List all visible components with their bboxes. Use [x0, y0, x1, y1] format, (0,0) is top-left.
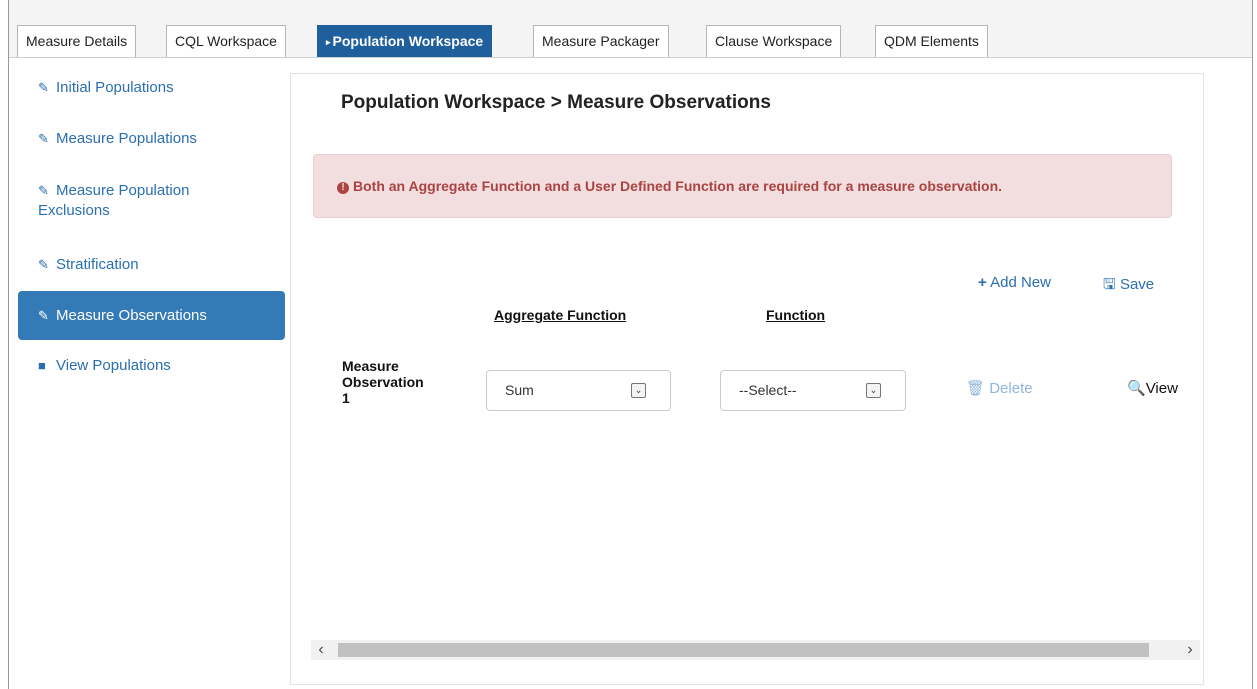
- sidebar-item-measure-observations[interactable]: ✎ Measure Observations: [18, 291, 285, 340]
- measure-observation-label: Measure Observation 1: [342, 358, 424, 406]
- page-title: Population Workspace > Measure Observati…: [341, 92, 771, 113]
- book-icon: ■: [38, 358, 46, 373]
- function-select[interactable]: --Select-- ⌄: [720, 370, 906, 411]
- chevron-down-icon: ⌄: [866, 383, 881, 398]
- pencil-icon: ✎: [38, 80, 49, 95]
- alert-message: Both an Aggregate Function and a User De…: [353, 178, 1003, 194]
- sidebar-item-measure-populations[interactable]: ✎ Measure Populations: [18, 129, 285, 149]
- trash-icon: 🗑: [966, 380, 986, 397]
- view-button[interactable]: 🔍View: [1127, 379, 1178, 397]
- add-new-button[interactable]: + Add New: [978, 274, 1051, 291]
- pencil-icon: ✎: [38, 257, 49, 272]
- scroll-right-icon[interactable]: ›: [1180, 640, 1200, 660]
- chevron-down-icon: ⌄: [631, 383, 646, 398]
- pencil-icon: ✎: [38, 183, 49, 198]
- binoculars-icon: 🔍: [1127, 380, 1146, 397]
- sidebar-item-view-populations[interactable]: ■ View Populations: [18, 356, 285, 376]
- save-icon: 🖫: [1103, 276, 1116, 293]
- scroll-left-icon[interactable]: ‹: [311, 640, 331, 660]
- delete-button[interactable]: 🗑 Delete: [966, 379, 1033, 397]
- main-panel: Population Workspace > Measure Observati…: [290, 73, 1204, 685]
- aggregate-function-select[interactable]: Sum ⌄: [486, 370, 671, 411]
- pencil-icon: ✎: [38, 308, 49, 323]
- save-button[interactable]: 🖫 Save: [1103, 274, 1154, 299]
- exclamation-icon: !: [337, 182, 349, 194]
- sidebar-item-initial-populations[interactable]: ✎ Initial Populations: [18, 78, 285, 98]
- horizontal-scrollbar[interactable]: ‹ ›: [311, 640, 1200, 660]
- plus-icon: +: [978, 274, 987, 291]
- scroll-thumb[interactable]: [338, 643, 1149, 657]
- function-header: Function: [766, 307, 826, 323]
- sidebar-item-stratification[interactable]: ✎ Stratification: [18, 255, 285, 275]
- sidebar-item-measure-population-exclusions[interactable]: ✎ Measure Population Exclusions: [18, 181, 285, 221]
- pencil-icon: ✎: [38, 131, 49, 146]
- aggregate-function-header: Aggregate Function: [494, 307, 627, 323]
- error-alert: ! Both an Aggregate Function and a User D…: [313, 154, 1172, 218]
